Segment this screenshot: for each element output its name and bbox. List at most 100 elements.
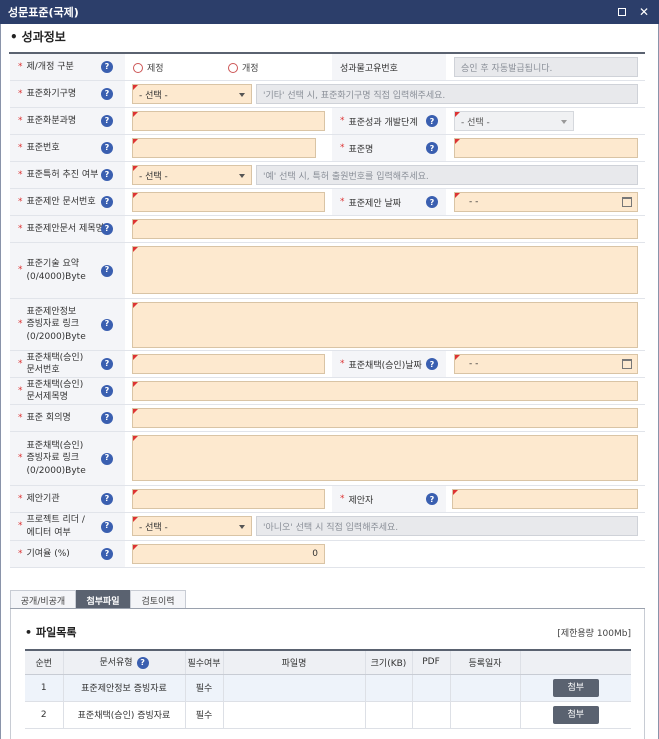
label-proposer-org: * 제안기관?: [10, 486, 125, 512]
help-icon[interactable]: ?: [101, 169, 113, 181]
stage-select[interactable]: - 선택 -: [454, 111, 574, 131]
calendar-icon: [622, 359, 632, 369]
radio-enact[interactable]: 제정: [133, 61, 164, 74]
label-type: * 제/개정 구분?: [10, 54, 125, 80]
window-title: 성문표준(국제): [8, 6, 79, 19]
table-row: 1 표준제안정보 증빙자료 필수 첨부: [25, 674, 631, 702]
tab-review-history[interactable]: 검토이력: [130, 590, 186, 609]
help-icon[interactable]: ?: [101, 115, 113, 127]
row-std-no: * 표준번호? * 표준명?: [10, 135, 645, 162]
section-title: 성과정보: [10, 28, 66, 45]
proposal-doc-no-input[interactable]: [132, 192, 325, 212]
patent-select[interactable]: - 선택 -: [132, 165, 252, 185]
tab-visibility[interactable]: 공개/비공개: [10, 590, 76, 609]
help-icon[interactable]: ?: [426, 493, 438, 505]
summary-textarea[interactable]: [132, 246, 638, 294]
chevron-down-icon: [239, 93, 245, 97]
adopt-link-textarea[interactable]: [132, 435, 638, 481]
std-no-input[interactable]: [132, 138, 316, 158]
proposer-org-input[interactable]: [132, 489, 325, 509]
col-doc-type: 문서유형?: [62, 649, 185, 675]
help-icon[interactable]: ?: [101, 88, 113, 100]
tab-attachments[interactable]: 첨부파일: [76, 590, 130, 609]
help-icon[interactable]: ?: [101, 318, 113, 331]
adopt-date-input[interactable]: - -: [454, 354, 638, 374]
label-adopt-link: * 표준채택(승인) 증빙자료 링크 (0/2000)Byte?: [10, 432, 125, 485]
close-button[interactable]: ✕: [635, 0, 653, 24]
patent-input[interactable]: '예' 선택 시, 특허 출원번호를 입력해주세요.: [256, 165, 638, 185]
row-proposal-doc: * 표준제안 문서번호? * 표준제안 날짜? - -: [10, 189, 645, 216]
contribution-input[interactable]: 0: [132, 544, 325, 564]
label-unique-no: 성과물고유번호: [332, 54, 446, 80]
help-icon[interactable]: ?: [101, 493, 113, 505]
row-subcommittee: * 표준화분과명? * 표준성과 개발단계? - 선택 -: [10, 108, 645, 135]
col-date: 등록일자: [449, 649, 520, 675]
window-titlebar: 성문표준(국제) ✕: [0, 0, 659, 24]
radio-revise[interactable]: 개정: [228, 61, 259, 74]
adopt-doc-no-input[interactable]: [132, 354, 325, 374]
unique-no-field: 승인 후 자동발급됩니다.: [454, 57, 638, 77]
help-icon[interactable]: ?: [101, 142, 113, 154]
chevron-down-icon: [561, 120, 567, 124]
table-header-row: 순번 문서유형? 필수여부 파일명 크기(KB) PDF 등록일자: [25, 649, 631, 675]
org-select[interactable]: - 선택 -: [132, 84, 252, 104]
proposal-title-input[interactable]: [132, 219, 638, 239]
col-required: 필수여부: [184, 649, 223, 675]
row-contribution: * 기여율 (%)? 0: [10, 541, 645, 568]
attach-button[interactable]: 첨부: [552, 705, 599, 724]
maximize-button[interactable]: [613, 0, 631, 24]
help-icon[interactable]: ?: [101, 358, 113, 370]
org-input[interactable]: '기타' 선택 시, 표준화기구명 직접 입력해주세요.: [256, 84, 638, 104]
help-icon[interactable]: ?: [101, 452, 113, 465]
label-org: * 표준화기구명?: [10, 81, 125, 107]
row-adopt-link: * 표준채택(승인) 증빙자료 링크 (0/2000)Byte?: [10, 432, 645, 486]
help-icon[interactable]: ?: [426, 196, 438, 208]
help-icon[interactable]: ?: [101, 196, 113, 208]
help-icon[interactable]: ?: [101, 61, 113, 73]
row-proposal-link: * 표준제안정보 증빙자료 링크 (0/2000)Byte?: [10, 299, 645, 351]
help-icon[interactable]: ?: [426, 142, 438, 154]
proposer-input[interactable]: [452, 489, 638, 509]
proposal-date-input[interactable]: - -: [454, 192, 638, 212]
table-row: 2 표준채택(승인) 증빙자료 필수 첨부: [25, 701, 631, 729]
label-proposer: * 제안자?: [332, 486, 446, 512]
subcommittee-input[interactable]: [132, 111, 325, 131]
std-name-input[interactable]: [454, 138, 638, 158]
col-pdf: PDF: [411, 649, 450, 675]
help-icon[interactable]: ?: [101, 520, 113, 533]
meeting-input[interactable]: [132, 408, 638, 428]
col-size: 크기(KB): [364, 649, 412, 675]
row-proposer: * 제안기관? * 제안자?: [10, 486, 645, 513]
label-adopt-title: * 표준채택(승인) 문서제목명?: [10, 378, 125, 404]
file-table: 순번 문서유형? 필수여부 파일명 크기(KB) PDF 등록일자 1 표준제안…: [25, 649, 631, 729]
row-patent: * 표준특허 추진 여부? - 선택 - '예' 선택 시, 특허 출원번호를 입…: [10, 162, 645, 189]
help-icon[interactable]: ?: [101, 264, 113, 277]
leader-input[interactable]: '아니오' 선택 시 직접 입력해주세요.: [256, 516, 638, 536]
label-std-name: * 표준명?: [332, 135, 446, 161]
label-adopt-date: * 표준채택(승인)날짜?: [332, 351, 446, 377]
help-icon[interactable]: ?: [426, 115, 438, 127]
label-std-no: * 표준번호?: [10, 135, 125, 161]
adopt-title-input[interactable]: [132, 381, 638, 401]
label-contribution: * 기여율 (%)?: [10, 541, 125, 567]
row-type: * 제/개정 구분? 제정 개정 성과물고유번호 승인 후 자동발급됩니다.: [10, 54, 645, 81]
row-leader: * 프로젝트 리더 / 에디터 여부? - 선택 - '아니오' 선택 시 직접 …: [10, 513, 645, 541]
help-icon[interactable]: ?: [101, 385, 113, 397]
file-list-title: 파일목록: [25, 624, 76, 640]
label-proposal-date: * 표준제안 날짜?: [332, 189, 446, 215]
radio-circle-icon: [228, 62, 238, 73]
help-icon[interactable]: ?: [101, 412, 113, 424]
chevron-down-icon: [239, 525, 245, 529]
help-icon[interactable]: ?: [101, 223, 113, 235]
help-icon[interactable]: ?: [136, 657, 149, 670]
label-patent: * 표준특허 추진 여부?: [10, 162, 125, 188]
leader-select[interactable]: - 선택 -: [132, 516, 252, 536]
label-proposal-title: * 표준제안문서 제목명?: [10, 216, 125, 242]
proposal-link-textarea[interactable]: [132, 302, 638, 348]
attach-button[interactable]: 첨부: [552, 678, 599, 697]
label-proposal-doc-no: * 표준제안 문서번호?: [10, 189, 125, 215]
radio-circle-icon: [133, 62, 143, 73]
calendar-icon: [622, 197, 632, 207]
help-icon[interactable]: ?: [426, 358, 438, 370]
help-icon[interactable]: ?: [101, 548, 113, 560]
